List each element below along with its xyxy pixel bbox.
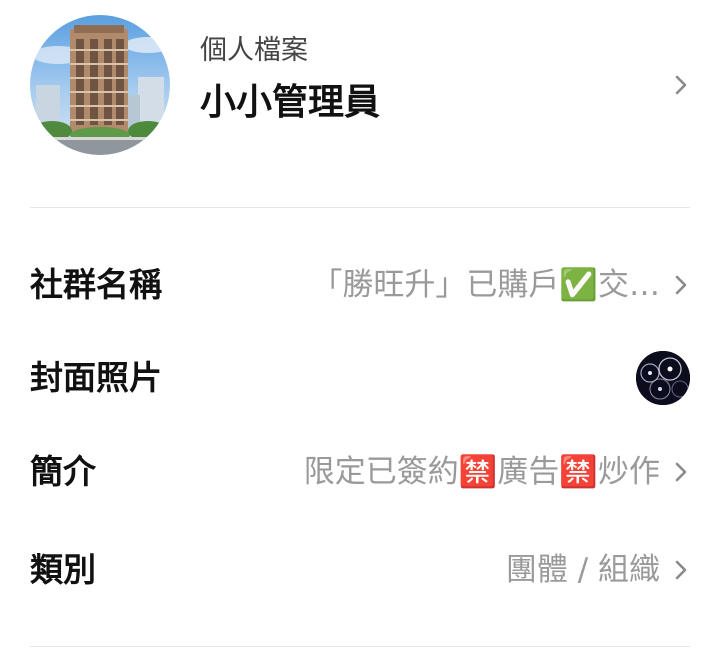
intro-value: 限定已簽約🈲廣告🈲炒作 bbox=[303, 454, 660, 490]
category-row[interactable]: 類別 團體 / 組織 bbox=[0, 530, 720, 610]
intro-row[interactable]: 簡介 限定已簽約🈲廣告🈲炒作 bbox=[0, 432, 720, 512]
cover-photo-row[interactable]: 封面照片 bbox=[0, 338, 720, 418]
section-divider bbox=[30, 207, 690, 208]
chevron-right-icon bbox=[670, 70, 692, 100]
community-name-value: 「勝旺升」已購戶✅交… bbox=[311, 267, 660, 303]
chevron-right-icon bbox=[670, 457, 692, 487]
chevron-right-icon bbox=[670, 270, 692, 300]
category-label: 類別 bbox=[30, 550, 96, 589]
building-photo bbox=[30, 25, 170, 155]
community-settings-page: 個人檔案 小小管理員 社群名稱 「勝旺升」已購戶✅交… 封面照片 簡介 限定已簽… bbox=[0, 0, 720, 667]
category-value: 團體 / 組織 bbox=[505, 552, 660, 588]
section-divider bbox=[30, 646, 690, 647]
community-name-row[interactable]: 社群名稱 「勝旺升」已購戶✅交… bbox=[0, 245, 720, 325]
profile-name: 小小管理員 bbox=[200, 82, 381, 123]
profile-avatar[interactable] bbox=[30, 15, 170, 155]
cover-photo-label: 封面照片 bbox=[30, 358, 162, 397]
profile-row[interactable]: 個人檔案 小小管理員 bbox=[0, 0, 720, 170]
intro-label: 簡介 bbox=[30, 452, 96, 491]
chevron-right-icon bbox=[670, 555, 692, 585]
profile-caption: 個人檔案 bbox=[200, 35, 308, 66]
community-name-label: 社群名稱 bbox=[30, 265, 162, 304]
cover-photo-thumbnail[interactable] bbox=[636, 351, 690, 405]
